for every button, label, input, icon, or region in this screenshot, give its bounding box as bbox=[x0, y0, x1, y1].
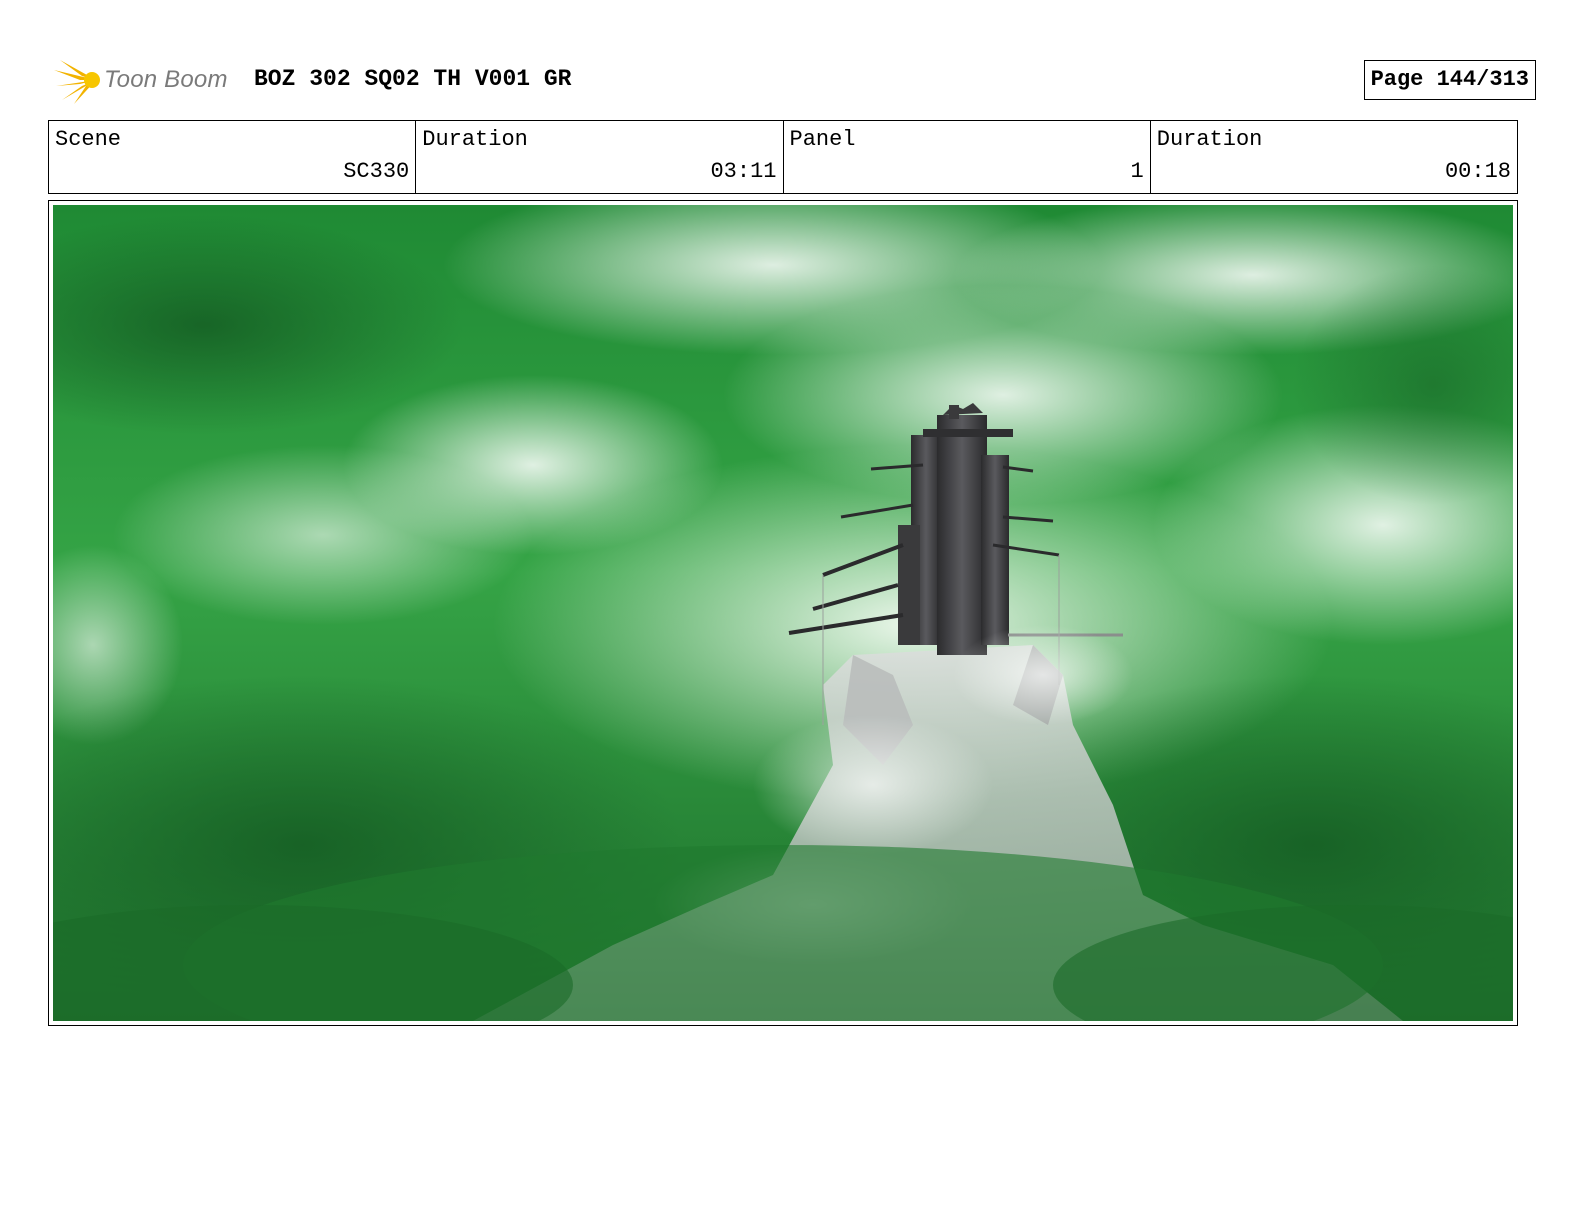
panel-cell: Panel 1 bbox=[784, 121, 1151, 193]
scene-cell: Scene SC330 bbox=[49, 121, 417, 193]
scene-value: SC330 bbox=[343, 159, 410, 184]
toon-boom-logo-icon bbox=[54, 60, 100, 104]
panel-image bbox=[53, 205, 1513, 1021]
toon-boom-logo: Toon Boom bbox=[52, 56, 242, 106]
panel-duration-label: Duration bbox=[1156, 127, 1263, 152]
panel-frame bbox=[48, 200, 1518, 1026]
page-header: Toon Boom BOZ 302 SQ02 TH V001 GR Page 1… bbox=[52, 56, 1536, 106]
panel-duration-value: 00:18 bbox=[1444, 159, 1511, 184]
panel-duration-cell: Duration 00:18 bbox=[1151, 121, 1517, 193]
cloud bbox=[113, 445, 533, 625]
panel-value: 1 bbox=[1130, 159, 1144, 184]
scene-duration-cell: Duration 03:11 bbox=[416, 121, 784, 193]
logo-text: Toon Boom bbox=[104, 66, 228, 93]
storyboard-artwork bbox=[53, 205, 1513, 1021]
page-number: Page 144/313 bbox=[1363, 60, 1536, 100]
foreground-mist bbox=[753, 715, 993, 855]
scene-duration-label: Duration bbox=[422, 127, 528, 152]
scene-label: Scene bbox=[55, 127, 122, 152]
scene-duration-value: 03:11 bbox=[710, 159, 777, 184]
document-title: BOZ 302 SQ02 TH V001 GR bbox=[254, 66, 572, 92]
foreground-mist bbox=[953, 625, 1133, 725]
scene-info-table: Scene SC330 Duration 03:11 Panel 1 Durat… bbox=[48, 120, 1518, 194]
panel-label: Panel bbox=[789, 127, 856, 152]
